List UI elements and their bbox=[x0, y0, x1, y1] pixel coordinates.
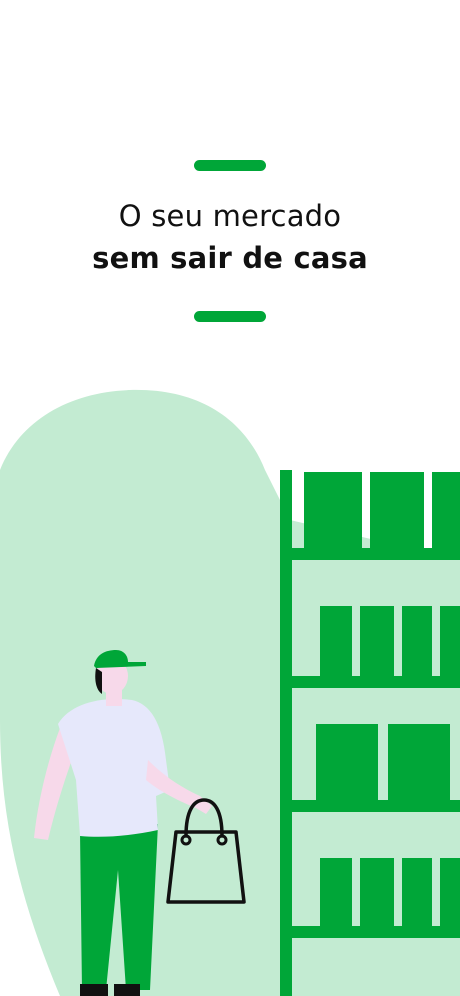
shelf-product bbox=[388, 724, 450, 800]
headline-line-1: O seu mercado bbox=[118, 199, 342, 233]
shelf-board bbox=[280, 926, 460, 938]
supermarket-illustration bbox=[0, 389, 460, 996]
shelf-product bbox=[360, 606, 394, 676]
shelf-product bbox=[402, 606, 432, 676]
shelf-board bbox=[280, 548, 460, 560]
shelf-product bbox=[432, 472, 460, 548]
shelf-product bbox=[316, 724, 378, 800]
shelf-product bbox=[304, 472, 362, 548]
headline-line-2: sem sair de casa bbox=[92, 241, 368, 275]
shelf-product bbox=[402, 858, 432, 926]
shelf-product bbox=[320, 858, 352, 926]
shelf-board bbox=[280, 800, 460, 812]
shelf-board bbox=[280, 676, 460, 688]
accent-line-top bbox=[194, 160, 266, 171]
shelf-product bbox=[440, 606, 460, 676]
person-shoe bbox=[80, 984, 108, 996]
shelf-product bbox=[360, 858, 394, 926]
person-shoe bbox=[114, 984, 140, 996]
shelf-product bbox=[320, 606, 352, 676]
headline: O seu mercado sem sair de casa bbox=[0, 196, 460, 280]
shelf-product bbox=[370, 472, 424, 548]
shelf-product bbox=[440, 858, 460, 926]
onboarding-screen: O seu mercado sem sair de casa bbox=[0, 0, 460, 996]
accent-line-bottom bbox=[194, 311, 266, 322]
